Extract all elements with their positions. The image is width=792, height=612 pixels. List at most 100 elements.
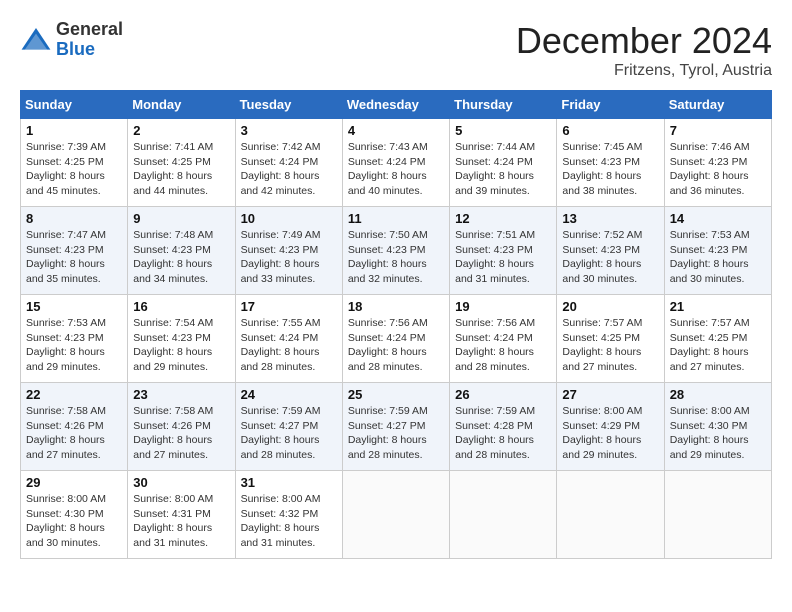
calendar-cell: 31 Sunrise: 8:00 AMSunset: 4:32 PMDayligh… bbox=[235, 471, 342, 559]
day-number: 10 bbox=[241, 211, 337, 226]
day-info: Sunrise: 7:57 AMSunset: 4:25 PMDaylight:… bbox=[670, 316, 766, 375]
day-info: Sunrise: 7:44 AMSunset: 4:24 PMDaylight:… bbox=[455, 140, 551, 199]
day-info: Sunrise: 7:51 AMSunset: 4:23 PMDaylight:… bbox=[455, 228, 551, 287]
day-info: Sunrise: 7:56 AMSunset: 4:24 PMDaylight:… bbox=[348, 316, 444, 375]
day-number: 30 bbox=[133, 475, 229, 490]
calendar-cell: 10 Sunrise: 7:49 AMSunset: 4:23 PMDayligh… bbox=[235, 207, 342, 295]
calendar-week-2: 8 Sunrise: 7:47 AMSunset: 4:23 PMDaylight… bbox=[21, 207, 772, 295]
calendar-cell: 13 Sunrise: 7:52 AMSunset: 4:23 PMDayligh… bbox=[557, 207, 664, 295]
day-info: Sunrise: 7:50 AMSunset: 4:23 PMDaylight:… bbox=[348, 228, 444, 287]
calendar-week-1: 1 Sunrise: 7:39 AMSunset: 4:25 PMDaylight… bbox=[21, 119, 772, 207]
calendar-cell: 16 Sunrise: 7:54 AMSunset: 4:23 PMDayligh… bbox=[128, 295, 235, 383]
calendar-cell: 20 Sunrise: 7:57 AMSunset: 4:25 PMDayligh… bbox=[557, 295, 664, 383]
day-number: 6 bbox=[562, 123, 658, 138]
day-number: 31 bbox=[241, 475, 337, 490]
day-info: Sunrise: 8:00 AMSunset: 4:30 PMDaylight:… bbox=[670, 404, 766, 463]
day-number: 13 bbox=[562, 211, 658, 226]
day-number: 4 bbox=[348, 123, 444, 138]
day-number: 24 bbox=[241, 387, 337, 402]
day-info: Sunrise: 7:42 AMSunset: 4:24 PMDaylight:… bbox=[241, 140, 337, 199]
day-number: 19 bbox=[455, 299, 551, 314]
calendar-cell: 3Sunrise: 7:42 AMSunset: 4:24 PMDaylight… bbox=[235, 119, 342, 207]
day-number: 29 bbox=[26, 475, 122, 490]
calendar-cell: 17Sunrise: 7:55 AMSunset: 4:24 PMDayligh… bbox=[235, 295, 342, 383]
weekday-header-sunday: Sunday bbox=[21, 91, 128, 119]
calendar-cell: 2Sunrise: 7:41 AMSunset: 4:25 PMDaylight… bbox=[128, 119, 235, 207]
day-info: Sunrise: 8:00 AMSunset: 4:32 PMDaylight:… bbox=[241, 492, 337, 551]
day-info: Sunrise: 7:59 AMSunset: 4:28 PMDaylight:… bbox=[455, 404, 551, 463]
weekday-header-saturday: Saturday bbox=[664, 91, 771, 119]
day-info: Sunrise: 7:46 AMSunset: 4:23 PMDaylight:… bbox=[670, 140, 766, 199]
calendar-cell: 25 Sunrise: 7:59 AMSunset: 4:27 PMDayligh… bbox=[342, 383, 449, 471]
calendar-cell: 11Sunrise: 7:50 AMSunset: 4:23 PMDayligh… bbox=[342, 207, 449, 295]
weekday-header-tuesday: Tuesday bbox=[235, 91, 342, 119]
day-number: 25 bbox=[348, 387, 444, 402]
calendar-header: SundayMondayTuesdayWednesdayThursdayFrid… bbox=[21, 91, 772, 119]
calendar-cell: 21Sunrise: 7:57 AMSunset: 4:25 PMDayligh… bbox=[664, 295, 771, 383]
day-info: Sunrise: 8:00 AMSunset: 4:30 PMDaylight:… bbox=[26, 492, 122, 551]
day-number: 27 bbox=[562, 387, 658, 402]
page-header: General Blue December 2024 Fritzens, Tyr… bbox=[20, 20, 772, 80]
calendar-cell: 7 Sunrise: 7:46 AMSunset: 4:23 PMDaylight… bbox=[664, 119, 771, 207]
day-info: Sunrise: 7:49 AMSunset: 4:23 PMDaylight:… bbox=[241, 228, 337, 287]
day-info: Sunrise: 7:52 AMSunset: 4:23 PMDaylight:… bbox=[562, 228, 658, 287]
location: Fritzens, Tyrol, Austria bbox=[516, 62, 772, 80]
calendar-cell: 9 Sunrise: 7:48 AMSunset: 4:23 PMDaylight… bbox=[128, 207, 235, 295]
calendar-cell: 23Sunrise: 7:58 AMSunset: 4:26 PMDayligh… bbox=[128, 383, 235, 471]
day-number: 26 bbox=[455, 387, 551, 402]
weekday-header-friday: Friday bbox=[557, 91, 664, 119]
day-info: Sunrise: 7:53 AMSunset: 4:23 PMDaylight:… bbox=[670, 228, 766, 287]
calendar-cell: 22Sunrise: 7:58 AMSunset: 4:26 PMDayligh… bbox=[21, 383, 128, 471]
calendar-cell bbox=[664, 471, 771, 559]
day-info: Sunrise: 7:53 AMSunset: 4:23 PMDaylight:… bbox=[26, 316, 122, 375]
logo-text: General Blue bbox=[56, 20, 123, 60]
day-number: 16 bbox=[133, 299, 229, 314]
weekday-header-thursday: Thursday bbox=[450, 91, 557, 119]
day-info: Sunrise: 7:58 AMSunset: 4:26 PMDaylight:… bbox=[133, 404, 229, 463]
month-title: December 2024 bbox=[516, 20, 772, 62]
day-info: Sunrise: 7:47 AMSunset: 4:23 PMDaylight:… bbox=[26, 228, 122, 287]
calendar-week-4: 22Sunrise: 7:58 AMSunset: 4:26 PMDayligh… bbox=[21, 383, 772, 471]
day-number: 14 bbox=[670, 211, 766, 226]
calendar-cell: 28 Sunrise: 8:00 AMSunset: 4:30 PMDayligh… bbox=[664, 383, 771, 471]
day-number: 12 bbox=[455, 211, 551, 226]
logo-general: General bbox=[56, 20, 123, 40]
day-info: Sunrise: 8:00 AMSunset: 4:31 PMDaylight:… bbox=[133, 492, 229, 551]
calendar-cell: 26 Sunrise: 7:59 AMSunset: 4:28 PMDayligh… bbox=[450, 383, 557, 471]
day-number: 7 bbox=[670, 123, 766, 138]
day-info: Sunrise: 7:39 AMSunset: 4:25 PMDaylight:… bbox=[26, 140, 122, 199]
day-number: 8 bbox=[26, 211, 122, 226]
logo-icon bbox=[20, 24, 52, 56]
day-info: Sunrise: 7:45 AMSunset: 4:23 PMDaylight:… bbox=[562, 140, 658, 199]
day-number: 28 bbox=[670, 387, 766, 402]
day-info: Sunrise: 8:00 AMSunset: 4:29 PMDaylight:… bbox=[562, 404, 658, 463]
title-block: December 2024 Fritzens, Tyrol, Austria bbox=[516, 20, 772, 80]
calendar-week-3: 15Sunrise: 7:53 AMSunset: 4:23 PMDayligh… bbox=[21, 295, 772, 383]
day-info: Sunrise: 7:59 AMSunset: 4:27 PMDaylight:… bbox=[348, 404, 444, 463]
day-number: 1 bbox=[26, 123, 122, 138]
day-info: Sunrise: 7:57 AMSunset: 4:25 PMDaylight:… bbox=[562, 316, 658, 375]
calendar-cell: 1 Sunrise: 7:39 AMSunset: 4:25 PMDaylight… bbox=[21, 119, 128, 207]
day-info: Sunrise: 7:48 AMSunset: 4:23 PMDaylight:… bbox=[133, 228, 229, 287]
weekday-header-wednesday: Wednesday bbox=[342, 91, 449, 119]
day-number: 17 bbox=[241, 299, 337, 314]
day-info: Sunrise: 7:58 AMSunset: 4:26 PMDaylight:… bbox=[26, 404, 122, 463]
calendar-cell: 18Sunrise: 7:56 AMSunset: 4:24 PMDayligh… bbox=[342, 295, 449, 383]
calendar-cell: 30 Sunrise: 8:00 AMSunset: 4:31 PMDayligh… bbox=[128, 471, 235, 559]
calendar-cell: 14 Sunrise: 7:53 AMSunset: 4:23 PMDayligh… bbox=[664, 207, 771, 295]
calendar-cell: 6 Sunrise: 7:45 AMSunset: 4:23 PMDaylight… bbox=[557, 119, 664, 207]
day-info: Sunrise: 7:59 AMSunset: 4:27 PMDaylight:… bbox=[241, 404, 337, 463]
calendar-cell: 8 Sunrise: 7:47 AMSunset: 4:23 PMDaylight… bbox=[21, 207, 128, 295]
calendar-cell bbox=[342, 471, 449, 559]
calendar-table: SundayMondayTuesdayWednesdayThursdayFrid… bbox=[20, 90, 772, 559]
weekday-header-monday: Monday bbox=[128, 91, 235, 119]
calendar-cell: 19Sunrise: 7:56 AMSunset: 4:24 PMDayligh… bbox=[450, 295, 557, 383]
day-number: 9 bbox=[133, 211, 229, 226]
day-info: Sunrise: 7:43 AMSunset: 4:24 PMDaylight:… bbox=[348, 140, 444, 199]
logo: General Blue bbox=[20, 20, 123, 60]
day-info: Sunrise: 7:54 AMSunset: 4:23 PMDaylight:… bbox=[133, 316, 229, 375]
calendar-cell: 29 Sunrise: 8:00 AMSunset: 4:30 PMDayligh… bbox=[21, 471, 128, 559]
day-number: 20 bbox=[562, 299, 658, 314]
calendar-cell: 12 Sunrise: 7:51 AMSunset: 4:23 PMDayligh… bbox=[450, 207, 557, 295]
logo-blue: Blue bbox=[56, 40, 123, 60]
